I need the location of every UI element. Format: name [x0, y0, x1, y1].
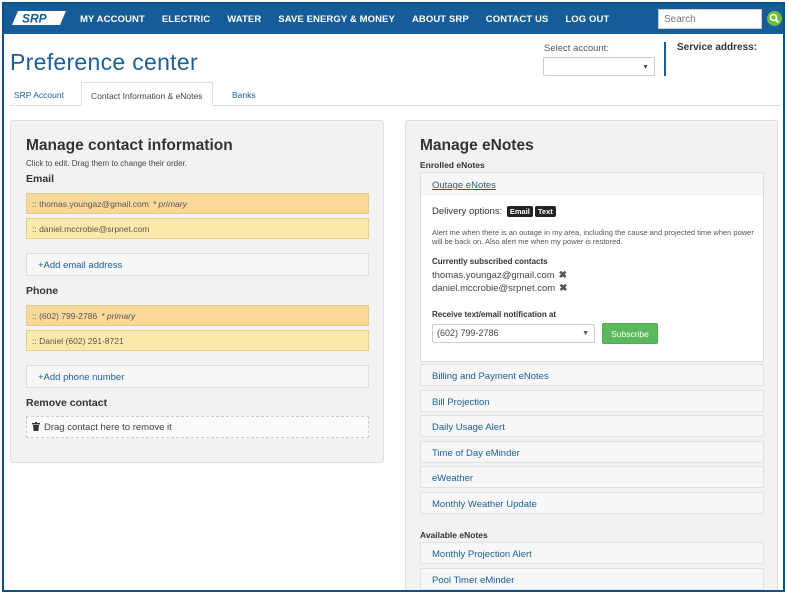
add-email-button[interactable]: +Add email address	[26, 253, 369, 276]
chevron-down-icon: ▼	[642, 64, 649, 71]
available-enotes-label: Available eNotes	[420, 530, 488, 540]
nav-electric[interactable]: ELECTRIC	[162, 14, 210, 25]
drop-zone-text: Drag contact here to remove it	[44, 422, 172, 433]
phone-contact-primary[interactable]: :: (602) 799-2786 * primary	[26, 305, 369, 326]
delivery-chip-email[interactable]: Email	[506, 206, 533, 217]
receive-contact-select[interactable]: (602) 799-2786 ▼	[432, 324, 595, 343]
primary-badge: * primary	[152, 199, 187, 209]
receive-contact-value: (602) 799-2786	[437, 328, 499, 338]
nav-contact-us[interactable]: CONTACT US	[486, 14, 549, 25]
phone-contact-secondary[interactable]: :: Daniel (602) 291-8721	[26, 330, 369, 351]
browser-frame: SRP MY ACCOUNT ELECTRIC WATER SAVE ENERG…	[2, 2, 785, 592]
tab-bar: SRP Account Contact Information & eNotes…	[10, 82, 780, 106]
enote-pool-timer[interactable]: Pool Timer eMinder	[420, 568, 764, 590]
subscribed-contact: daniel.mccrobie@srpnet.com ✖	[432, 283, 568, 294]
enotes-panel: Manage eNotes Enrolled eNotes Outage eNo…	[405, 120, 778, 590]
enote-header: Outage eNotes	[421, 173, 763, 195]
account-select[interactable]: ▼	[543, 57, 655, 76]
phone-section-label: Phone	[26, 285, 59, 297]
page-title: Preference center	[10, 49, 198, 75]
enote-time-of-day[interactable]: Time of Day eMinder	[420, 441, 764, 463]
email-section-label: Email	[26, 173, 55, 185]
enote-expanded-outage: Outage eNotes Delivery options: Email Tex…	[420, 172, 764, 362]
nav-about-srp[interactable]: ABOUT SRP	[412, 14, 469, 25]
select-account-label: Select account:	[544, 43, 609, 54]
delivery-chip-text[interactable]: Text	[534, 206, 556, 217]
email-contact-text: :: thomas.youngaz@gmail.com	[32, 199, 149, 209]
search-button[interactable]	[767, 11, 782, 26]
email-contact-primary[interactable]: :: thomas.youngaz@gmail.com * primary	[26, 193, 369, 214]
phone-contact-text: :: (602) 799-2786	[32, 311, 98, 321]
service-address-label: Service address:	[677, 42, 758, 53]
remove-contact-label: Remove contact	[26, 397, 108, 409]
enote-monthly-projection[interactable]: Monthly Projection Alert	[420, 542, 764, 564]
remove-drop-zone[interactable]: Drag contact here to remove it	[26, 416, 369, 438]
phone-contact-text: :: Daniel (602) 291-8721	[32, 336, 124, 346]
enote-bill-projection[interactable]: Bill Projection	[420, 390, 764, 412]
enote-description: Alert me when there is an outage in my a…	[432, 228, 754, 246]
email-contact-secondary[interactable]: :: daniel.mccrobie@srpnet.com	[26, 218, 369, 239]
top-nav: SRP MY ACCOUNT ELECTRIC WATER SAVE ENERG…	[4, 4, 783, 34]
enrolled-enotes-label: Enrolled eNotes	[420, 160, 485, 170]
contact-panel-title: Manage contact information	[26, 137, 233, 154]
enote-link-outage[interactable]: Outage eNotes	[432, 180, 496, 191]
subscribed-contacts-label: Currently subscribed contacts	[432, 257, 548, 266]
subscribe-button[interactable]: Subscribe	[602, 323, 658, 344]
search-icon	[769, 13, 780, 24]
enote-monthly-weather[interactable]: Monthly Weather Update	[420, 492, 764, 514]
tab-contact-info-enotes[interactable]: Contact Information & eNotes	[81, 82, 213, 106]
enote-billing-payment[interactable]: Billing and Payment eNotes	[420, 364, 764, 386]
search-input[interactable]	[658, 9, 762, 29]
subscribed-contact-text: daniel.mccrobie@srpnet.com	[432, 283, 556, 294]
remove-icon[interactable]: ✖	[559, 270, 567, 281]
delivery-options-label: Delivery options:	[432, 206, 503, 217]
subscribed-contact-text: thomas.youngaz@gmail.com	[432, 270, 555, 281]
add-phone-button[interactable]: +Add phone number	[26, 365, 369, 388]
tab-srp-account[interactable]: SRP Account	[14, 82, 64, 106]
enote-daily-usage-alert[interactable]: Daily Usage Alert	[420, 415, 764, 437]
enotes-panel-title: Manage eNotes	[420, 137, 534, 154]
email-contact-text: :: daniel.mccrobie@srpnet.com	[32, 224, 150, 234]
primary-badge: * primary	[101, 311, 136, 321]
nav-save-energy[interactable]: SAVE ENERGY & MONEY	[278, 14, 395, 25]
trash-icon	[32, 422, 40, 431]
logo-text: SRP	[22, 12, 48, 26]
receive-notification-label: Receive text/email notification at	[432, 310, 557, 319]
contact-hint: Click to edit. Drag them to change their…	[26, 159, 187, 168]
nav-log-out[interactable]: LOG OUT	[565, 14, 609, 25]
enote-eweather[interactable]: eWeather	[420, 466, 764, 488]
nav-menu: MY ACCOUNT ELECTRIC WATER SAVE ENERGY & …	[80, 4, 626, 34]
divider	[664, 42, 666, 76]
tab-banks[interactable]: Banks	[232, 82, 256, 106]
contact-panel: Manage contact information Click to edit…	[10, 120, 384, 463]
delivery-options: Delivery options: Email Text	[432, 206, 556, 217]
nav-water[interactable]: WATER	[227, 14, 261, 25]
srp-logo[interactable]: SRP	[10, 9, 70, 29]
nav-my-account[interactable]: MY ACCOUNT	[80, 14, 145, 25]
subscribed-contact: thomas.youngaz@gmail.com ✖	[432, 270, 567, 281]
remove-icon[interactable]: ✖	[559, 283, 567, 294]
chevron-down-icon: ▼	[582, 330, 589, 337]
